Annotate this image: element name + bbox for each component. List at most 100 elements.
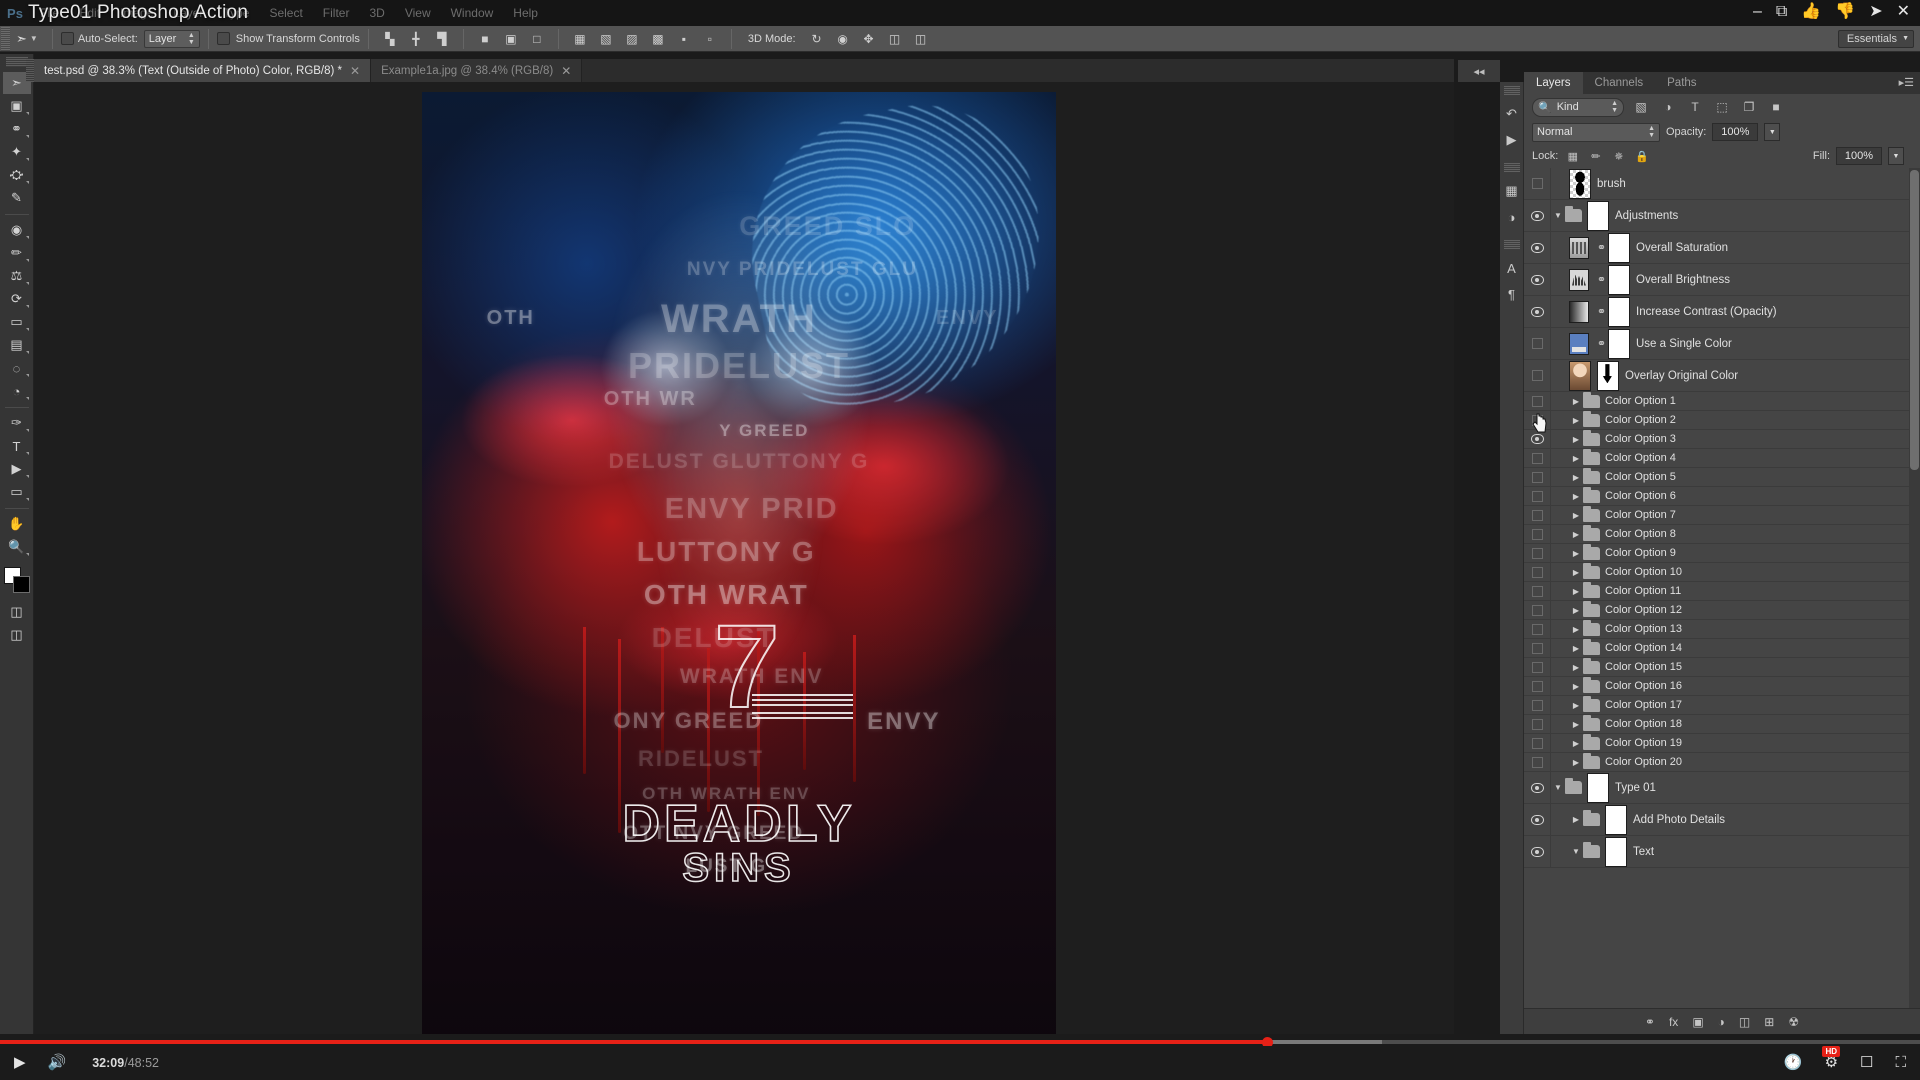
tool-dodge[interactable]: ◔ xyxy=(3,380,31,402)
link-icon[interactable]: ⚭ xyxy=(1595,241,1608,254)
layer-visibility-toggle[interactable] xyxy=(1524,604,1550,616)
tool-rectangle[interactable]: ▭ xyxy=(3,481,31,503)
link-icon[interactable]: ⚭ xyxy=(1595,273,1608,286)
video-progress-bar[interactable] xyxy=(0,1036,1920,1048)
new-group-icon[interactable]: ◫ xyxy=(1739,1015,1750,1029)
distribute-vertical-center-icon[interactable]: ▧ xyxy=(595,29,617,49)
layer-visibility-toggle[interactable] xyxy=(1524,274,1550,285)
current-tool-preset[interactable]: ➣ ▼ xyxy=(10,31,44,47)
layer-row[interactable]: ▶ Color Option 6 xyxy=(1524,480,1920,512)
new-layer-icon[interactable]: ⊞ xyxy=(1764,1015,1774,1029)
chevron-right-icon[interactable]: ▶ xyxy=(1569,492,1583,501)
chevron-right-icon[interactable]: ▶ xyxy=(1569,416,1583,425)
layer-list[interactable]: brush ▼ Adjustments ⚭ Overall Saturation ⚭ Ove… xyxy=(1524,168,1920,1008)
layer-row[interactable]: ▶ Color Option 5 xyxy=(1524,461,1920,493)
panel-rail-grip[interactable] xyxy=(1503,86,1520,95)
tool-lasso[interactable]: ⚭ xyxy=(3,118,31,140)
layer-mask-thumbnail[interactable] xyxy=(1608,264,1630,295)
chevron-right-icon[interactable]: ▶ xyxy=(1569,663,1583,672)
tool-crop[interactable]: ⛮ xyxy=(3,164,31,186)
align-horizontal-centers-icon[interactable]: ╋ xyxy=(405,29,427,49)
link-icon[interactable]: ⚭ xyxy=(1595,305,1608,318)
layer-row[interactable]: ▶ Color Option 9 xyxy=(1524,537,1920,569)
align-vertical-centers-icon[interactable]: ▣ xyxy=(500,29,522,49)
layer-visibility-toggle[interactable] xyxy=(1524,737,1550,749)
lock-all-icon[interactable]: 🔒 xyxy=(1633,147,1650,165)
distribute-top-icon[interactable]: ▦ xyxy=(569,29,591,49)
panel-menu-icon[interactable]: ▸☰ xyxy=(1899,76,1914,89)
opacity-dropdown-arrow-icon[interactable]: ▼ xyxy=(1764,123,1781,141)
layer-row[interactable]: ▼ Adjustments xyxy=(1524,199,1920,232)
chevron-right-icon[interactable]: ▶ xyxy=(1569,625,1583,634)
thumbs-down-icon[interactable]: 👎 xyxy=(1835,2,1855,22)
filter-adjustment-layers-icon[interactable]: ◑ xyxy=(1658,98,1678,117)
fill-value[interactable]: 100% xyxy=(1836,147,1882,165)
layer-style-icon[interactable]: fx xyxy=(1669,1015,1678,1029)
chevron-right-icon[interactable]: ▶ xyxy=(1569,644,1583,653)
layer-visibility-toggle[interactable] xyxy=(1524,814,1550,825)
layer-mask-thumbnail[interactable] xyxy=(1608,232,1630,263)
filter-pixel-layers-icon[interactable]: ▧ xyxy=(1631,98,1651,117)
layer-row[interactable]: ▶ Color Option 20 xyxy=(1524,746,1920,778)
chevron-right-icon[interactable]: ▶ xyxy=(1569,473,1583,482)
document-canvas[interactable]: GREED SLONVY PRIDELUST GLUWRATHOTHENVYPR… xyxy=(422,92,1056,1034)
volume-icon[interactable]: 🔊 xyxy=(48,1053,67,1073)
chevron-right-icon[interactable]: ▶ xyxy=(1569,530,1583,539)
layer-row[interactable]: ▶ Color Option 8 xyxy=(1524,518,1920,550)
layer-row[interactable]: ▶ Color Option 14 xyxy=(1524,632,1920,664)
chevron-down-icon[interactable]: ▼ xyxy=(1551,211,1565,220)
layer-visibility-toggle[interactable] xyxy=(1524,680,1550,692)
document-tab-test-psd[interactable]: test.psd @ 38.3% (Text (Outside of Photo… xyxy=(34,59,372,82)
layer-row[interactable]: ▶ Color Option 7 xyxy=(1524,499,1920,531)
layer-visibility-toggle[interactable] xyxy=(1524,528,1550,540)
layer-visibility-toggle[interactable] xyxy=(1524,414,1550,426)
layer-mask-thumbnail[interactable] xyxy=(1608,328,1630,359)
tool-zoom[interactable]: 🔍 xyxy=(3,536,31,558)
tool-pen[interactable]: ✑ xyxy=(3,412,31,434)
chevron-right-icon[interactable]: ▶ xyxy=(1569,815,1583,824)
delete-layer-icon[interactable]: ☢ xyxy=(1788,1015,1799,1029)
options-bar-grip[interactable] xyxy=(1,26,10,51)
lock-transparent-pixels-icon[interactable]: ▦ xyxy=(1564,147,1581,165)
document-tab-example1a-jpg[interactable]: Example1a.jpg @ 38.4% (RGB/8) ✕ xyxy=(371,59,583,82)
chevron-right-icon[interactable]: ▶ xyxy=(1569,454,1583,463)
layer-row[interactable]: ▶ Add Photo Details xyxy=(1524,803,1920,836)
layer-visibility-toggle[interactable] xyxy=(1524,642,1550,654)
layers-scrollbar[interactable] xyxy=(1909,168,1920,1008)
layers-scrollbar-thumb[interactable] xyxy=(1910,170,1919,470)
link-icon[interactable]: ⚭ xyxy=(1595,337,1608,350)
layer-mask-thumbnail[interactable] xyxy=(1597,360,1619,391)
layer-row[interactable]: ▶ Color Option 17 xyxy=(1524,689,1920,721)
canvas-area[interactable]: GREED SLONVY PRIDELUST GLUWRATHOTHENVYPR… xyxy=(34,82,1454,1034)
layer-row[interactable]: ▶ Color Option 19 xyxy=(1524,727,1920,759)
distribute-right-icon[interactable]: ▫ xyxy=(699,29,721,49)
layer-visibility-toggle[interactable] xyxy=(1524,547,1550,559)
layer-row[interactable]: Overlay Original Color xyxy=(1524,359,1920,392)
layer-visibility-toggle[interactable] xyxy=(1524,585,1550,597)
quick-mask-mode-icon[interactable]: ◫ xyxy=(3,601,31,623)
scale-3d-icon[interactable]: ◫ xyxy=(910,29,932,49)
paragraph-panel-icon[interactable]: ¶ xyxy=(1500,281,1524,307)
chevron-right-icon[interactable]: ▶ xyxy=(1569,720,1583,729)
chevron-right-icon[interactable]: ▶ xyxy=(1569,511,1583,520)
opacity-value[interactable]: 100% xyxy=(1712,123,1759,141)
layer-visibility-toggle[interactable] xyxy=(1524,509,1550,521)
chevron-right-icon[interactable]: ▶ xyxy=(1569,435,1583,444)
tool-quick-selection[interactable]: ✦ xyxy=(3,141,31,163)
menu-select[interactable]: Select xyxy=(259,0,312,26)
tab-bar-grip[interactable] xyxy=(26,59,34,82)
layer-row[interactable]: ▼ Type 01 xyxy=(1524,771,1920,804)
lock-image-pixels-icon[interactable]: ✏ xyxy=(1587,147,1604,165)
layer-row[interactable]: ▶ Color Option 10 xyxy=(1524,556,1920,588)
tool-clone-stamp[interactable]: ⚖ xyxy=(3,265,31,287)
character-panel-icon[interactable]: A xyxy=(1500,255,1524,281)
slide-3d-icon[interactable]: ◫ xyxy=(884,29,906,49)
menu-view[interactable]: View xyxy=(395,0,441,26)
close-icon[interactable]: ✕ xyxy=(561,64,571,78)
layer-row[interactable]: ▶ Color Option 2 xyxy=(1524,404,1920,436)
layer-visibility-toggle[interactable] xyxy=(1524,210,1550,221)
layer-row[interactable]: ▶ Color Option 13 xyxy=(1524,613,1920,645)
fullscreen-icon[interactable]: ⛶ xyxy=(1895,1053,1906,1073)
tool-rectangular-marquee[interactable]: ▣ xyxy=(3,95,31,117)
chevron-right-icon[interactable]: ▶ xyxy=(1569,682,1583,691)
